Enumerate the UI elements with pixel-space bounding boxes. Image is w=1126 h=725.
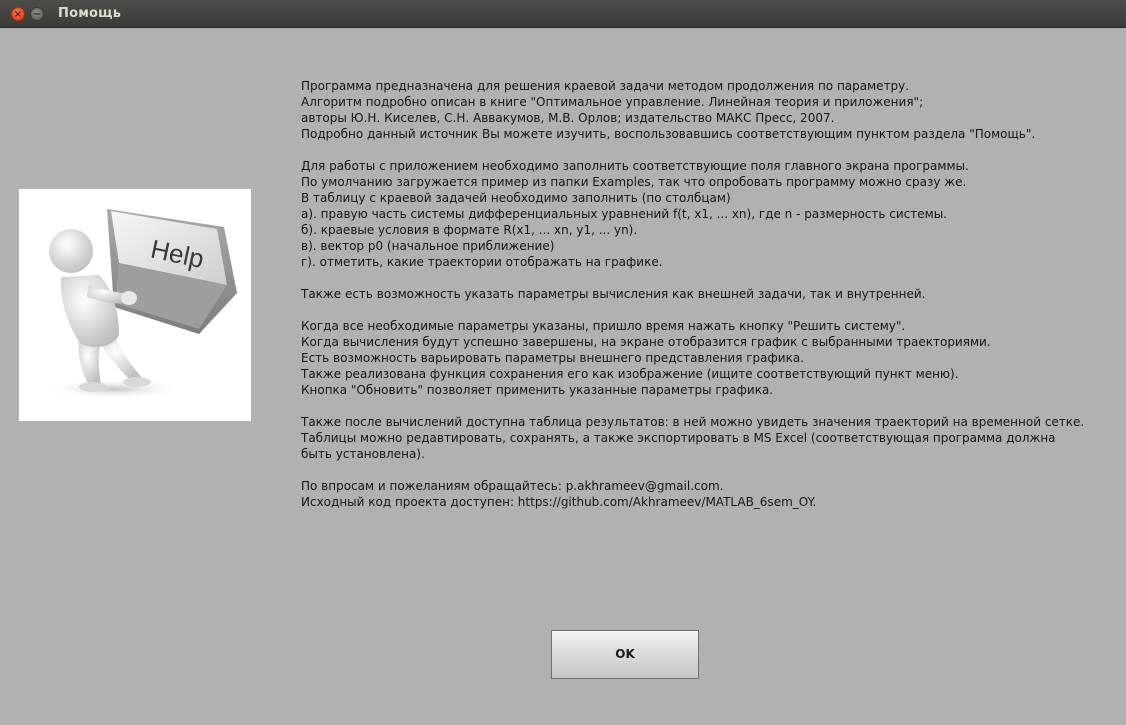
help-text-line: [301, 462, 1101, 478]
help-text-line: г). отметить, какие траектории отображат…: [301, 255, 663, 269]
help-text-line: быть установлена).: [301, 447, 425, 461]
help-text-line: авторы Ю.Н. Киселев, С.Н. Аввакумов, М.В…: [301, 111, 835, 125]
close-window-button[interactable]: ×: [11, 7, 25, 21]
minimize-window-button[interactable]: −: [30, 7, 44, 21]
help-text-line: а). правую часть системы дифференциальны…: [301, 207, 947, 221]
help-text-block: Программа предназначена для решения крае…: [301, 78, 1101, 510]
help-text-line: По впросам и пожеланиям обращайтесь: p.a…: [301, 479, 724, 493]
help-text-line: Подробно данный источник Вы можете изучи…: [301, 127, 1036, 141]
help-dialog: × − Помощь Help Программа предназначена …: [0, 0, 1126, 725]
help-text-line: Также есть возможность указать параметры…: [301, 287, 926, 301]
help-text-line: [301, 302, 1101, 318]
help-text-line: [301, 270, 1101, 286]
help-text-line: б). краевые условия в формате R(x1, ... …: [301, 223, 638, 237]
help-text-line: В таблицу с краевой задачей необходимо з…: [301, 191, 731, 205]
ok-button[interactable]: OK: [551, 630, 699, 679]
minimize-icon: −: [32, 9, 42, 20]
help-text-line: [301, 398, 1101, 414]
help-text-line: Также после вычислений доступна таблица …: [301, 415, 1085, 429]
help-text-line: [301, 142, 1101, 158]
help-text-line: в). вектор p0 (начальное приближение): [301, 239, 555, 253]
help-illustration: Help: [19, 189, 251, 421]
help-text-line: Когда вычисления будут успешно завершены…: [301, 335, 991, 349]
help-text-line: Кнопка "Обновить" позволяет применить ук…: [301, 383, 774, 397]
title-bar[interactable]: × − Помощь: [0, 0, 1126, 28]
close-icon: ×: [13, 9, 23, 20]
help-text-line: Для работы с приложением необходимо запо…: [301, 159, 969, 173]
help-text-line: Когда все необходимые параметры указаны,…: [301, 319, 906, 333]
help-text-line: Программа предназначена для решения крае…: [301, 79, 910, 93]
help-text-line: Также реализована функция сохранения его…: [301, 367, 959, 381]
help-text-line: Есть возможность варьировать параметры в…: [301, 351, 805, 365]
help-text-line: Алгоритм подробно описан в книге "Оптима…: [301, 95, 924, 109]
help-key-figure-icon: Help: [44, 209, 237, 399]
help-text-line: Исходный код проекта доступен: https://g…: [301, 495, 817, 509]
help-text-line: По умолчанию загружается пример из папки…: [301, 175, 967, 189]
help-text-line: Таблицы можно редавтировать, сохранять, …: [301, 431, 1056, 445]
window-title: Помощь: [58, 6, 122, 21]
